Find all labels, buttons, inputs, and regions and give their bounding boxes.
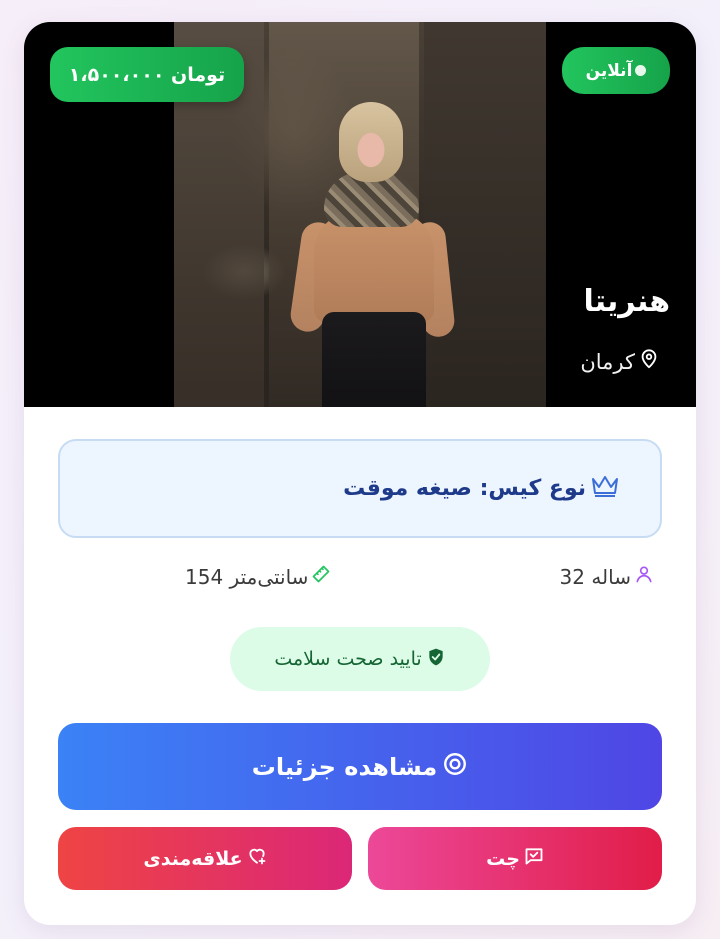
profile-photo[interactable]: ۱،۵۰۰،۰۰۰ تومان آنلاین هنریتا کرمان [24,22,696,407]
user-icon [634,564,654,589]
height-text: 154 سانتی‌متر [185,564,309,589]
map-pin-icon [638,348,660,375]
chat-icon [524,846,544,871]
view-details-label: مشاهده جزئیات [251,752,438,781]
age-stat: 32 ساله [560,564,654,589]
heart-plus-icon [247,846,267,871]
profile-card: ۱،۵۰۰،۰۰۰ تومان آنلاین هنریتا کرمان نوع … [24,22,696,925]
chat-button[interactable]: چت [368,827,662,890]
health-text: تایید صحت سلامت [274,648,422,670]
eye-icon [442,751,468,783]
age-text: 32 ساله [559,564,631,589]
location-text: کرمان [580,349,635,374]
favorite-button[interactable]: علاقه‌مندی [58,827,352,890]
height-stat: 154 سانتی‌متر [185,564,331,589]
case-type-label: نوع کیس: صیغه موقت [343,476,586,501]
online-dot-icon [635,65,647,76]
price-text: ۱،۵۰۰،۰۰۰ تومان [68,63,226,86]
profile-name: هنریتا [583,284,670,319]
case-type-box: نوع کیس: صیغه موقت [58,439,662,538]
online-status-text: آنلاین [585,60,633,81]
shield-check-icon [426,647,446,672]
profile-location: کرمان [580,348,660,375]
online-status-badge: آنلاین [562,47,670,94]
person-figure [288,102,456,407]
stats-row: 32 ساله 154 سانتی‌متر [24,564,696,594]
chat-label: چت [486,847,520,870]
price-badge: ۱،۵۰۰،۰۰۰ تومان [50,47,244,102]
favorite-label: علاقه‌مندی [143,847,243,870]
health-verified-badge: تایید صحت سلامت [230,627,490,691]
crown-icon [590,473,620,505]
view-details-button[interactable]: مشاهده جزئیات [58,723,662,810]
ruler-icon [311,564,331,589]
